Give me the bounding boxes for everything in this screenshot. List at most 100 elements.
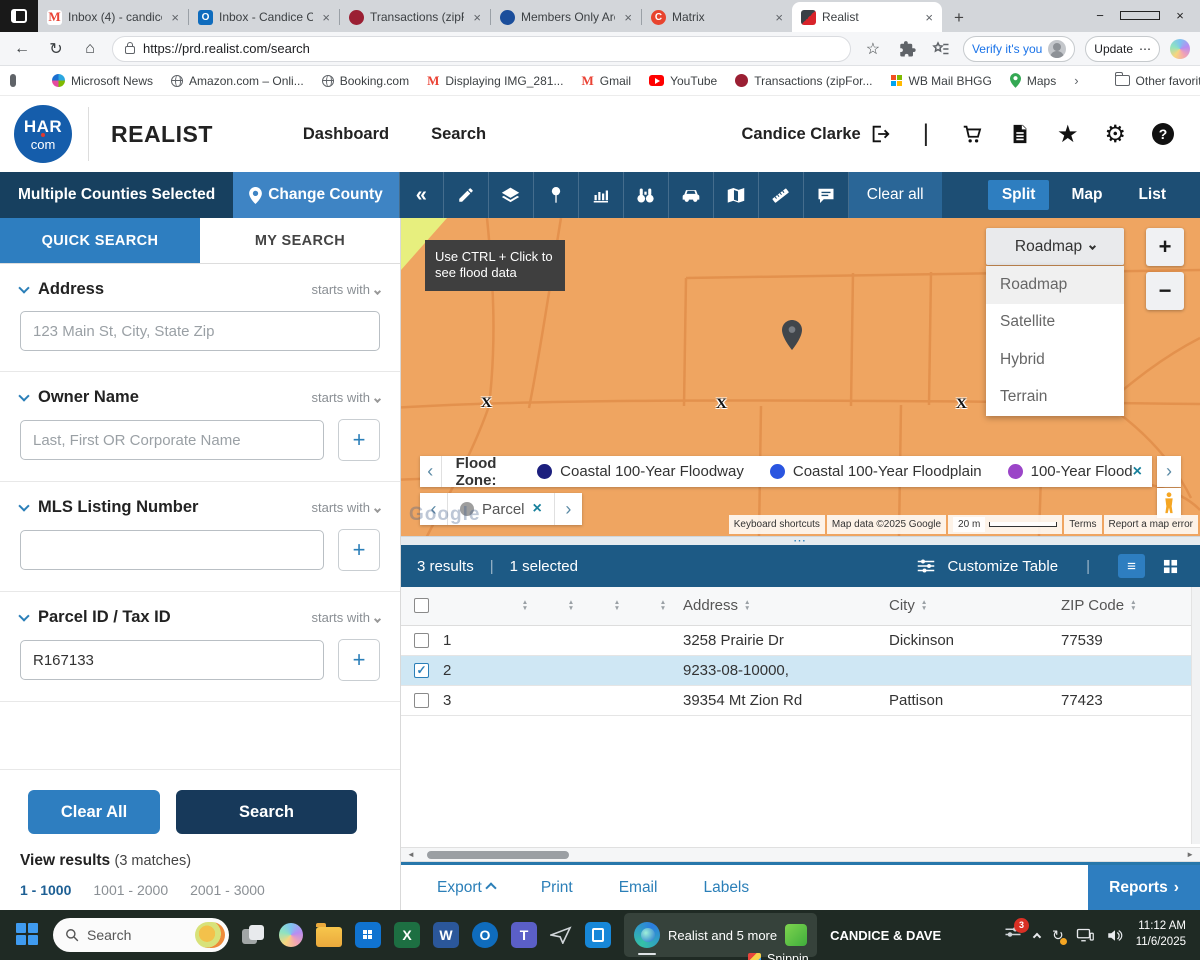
drive-time-button[interactable] xyxy=(669,172,714,218)
layers-button[interactable] xyxy=(489,172,534,218)
tab-close-icon[interactable]: × xyxy=(168,10,182,25)
bookmark-gmail[interactable]: MGmail xyxy=(581,73,631,89)
table-row[interactable]: 3 39354 Mt Zion Rd Pattison 77423 xyxy=(401,685,1200,715)
update-browser-button[interactable]: Update ⋯ xyxy=(1085,36,1160,62)
match-selector[interactable]: starts with xyxy=(311,282,380,297)
documents-icon[interactable] xyxy=(1009,123,1031,145)
report-error-link[interactable]: Report a map error xyxy=(1104,515,1198,534)
chevron-down-icon[interactable] xyxy=(18,610,29,621)
tab-close-icon[interactable]: × xyxy=(922,10,936,25)
file-explorer-icon[interactable] xyxy=(316,927,342,947)
sort-column[interactable]: ▲▼ xyxy=(637,587,683,625)
minimize-button[interactable]: − xyxy=(1080,0,1120,32)
new-tab-button[interactable]: + xyxy=(942,8,976,32)
column-header-zip[interactable]: ZIP Code▲▼ xyxy=(1061,587,1191,625)
page-range-1[interactable]: 1 - 1000 xyxy=(20,882,71,898)
microsoft-store-icon[interactable] xyxy=(355,922,381,948)
pin-tool-button[interactable] xyxy=(534,172,579,218)
tab-realist-active[interactable]: Realist × xyxy=(792,2,942,32)
map-pin-marker[interactable] xyxy=(782,320,802,350)
parcel-id-input[interactable] xyxy=(20,640,324,680)
map-type-terrain[interactable]: Terrain xyxy=(986,379,1124,417)
list-view-button[interactable]: ≡ xyxy=(1118,554,1145,578)
settings-gear-icon[interactable]: ⚙ xyxy=(1104,120,1126,149)
map-type-button[interactable]: Roadmap xyxy=(986,228,1124,265)
page-range-3[interactable]: 2001 - 3000 xyxy=(190,882,265,898)
address-input[interactable] xyxy=(20,311,380,351)
row-checkbox-checked[interactable]: ✓ xyxy=(414,663,429,678)
mls-number-input[interactable] xyxy=(20,530,324,570)
search-area-button[interactable] xyxy=(624,172,669,218)
tab-matrix[interactable]: C Matrix × xyxy=(642,2,792,32)
sort-column[interactable]: ▲▼ xyxy=(591,587,637,625)
owner-name-input[interactable] xyxy=(20,420,324,460)
measure-tool-button[interactable] xyxy=(759,172,804,218)
sort-column[interactable]: ▲▼ xyxy=(545,587,591,625)
nav-dashboard[interactable]: Dashboard xyxy=(303,125,389,144)
scroll-left-arrow[interactable]: ◄ xyxy=(407,850,415,859)
bookmark-booking[interactable]: Booking.com xyxy=(322,74,409,88)
legend-next-button[interactable]: › xyxy=(1157,456,1181,487)
outlook-icon[interactable]: O xyxy=(472,922,498,948)
vertical-scrollbar[interactable] xyxy=(1191,587,1200,844)
extensions-icon[interactable] xyxy=(895,40,919,58)
view-list[interactable]: List xyxy=(1124,180,1180,210)
comments-button[interactable] xyxy=(804,172,849,218)
chart-tool-button[interactable] xyxy=(579,172,624,218)
table-row-selected[interactable]: ✓ 2 9233-08-10000, xyxy=(401,655,1200,685)
volume-icon[interactable] xyxy=(1106,928,1124,943)
hidden-icons-chevron[interactable] xyxy=(1033,933,1041,941)
notifications-icon[interactable]: 3 xyxy=(1004,925,1022,946)
restore-button[interactable] xyxy=(1120,0,1160,32)
home-button[interactable]: ⌂ xyxy=(78,40,102,58)
terms-link[interactable]: Terms xyxy=(1064,515,1101,534)
table-row[interactable]: 1 3258 Prairie Dr Dickinson 77539 xyxy=(401,625,1200,655)
bookmark-youtube[interactable]: YouTube xyxy=(649,74,717,88)
taskbar-clock[interactable]: 11:12 AM 11/6/2025 xyxy=(1136,919,1186,950)
horizontal-scrollbar[interactable]: ◄ ► xyxy=(401,847,1200,862)
task-view-button[interactable] xyxy=(242,923,266,947)
pane-splitter-handle[interactable]: ⋯ xyxy=(401,536,1200,545)
view-map[interactable]: Map xyxy=(1057,180,1116,210)
legend-prev-button[interactable]: ‹ xyxy=(420,456,442,487)
tab-close-icon[interactable]: × xyxy=(621,10,635,25)
print-button[interactable]: Print xyxy=(541,879,573,897)
add-parcel-button[interactable]: + xyxy=(338,639,380,681)
zoom-out-button[interactable]: − xyxy=(1146,272,1184,310)
search-button[interactable]: Search xyxy=(176,790,357,834)
copilot-icon[interactable] xyxy=(1170,39,1190,59)
legend-close-icon[interactable]: × xyxy=(1133,463,1142,481)
email-button[interactable]: Email xyxy=(619,879,658,897)
display-device-icon[interactable] xyxy=(1076,928,1094,943)
taskbar-search[interactable]: Search xyxy=(53,918,229,952)
tab-my-search[interactable]: MY SEARCH xyxy=(200,218,400,263)
labels-button[interactable]: Labels xyxy=(703,879,749,897)
teams-icon[interactable]: T xyxy=(511,922,537,948)
map-type-roadmap[interactable]: Roadmap xyxy=(986,266,1124,304)
tab-search-button[interactable] xyxy=(0,0,38,32)
match-selector[interactable]: starts with xyxy=(311,390,380,405)
tab-outlook-inbox[interactable]: O Inbox - Candice Clar × xyxy=(189,2,339,32)
add-mls-button[interactable]: + xyxy=(338,529,380,571)
keyboard-shortcuts-link[interactable]: Keyboard shortcuts xyxy=(729,515,825,534)
reports-button[interactable]: Reports› xyxy=(1088,865,1200,910)
scroll-right-arrow[interactable]: ► xyxy=(1186,850,1194,859)
refresh-button[interactable]: ↻ xyxy=(44,39,68,59)
pegman-control[interactable] xyxy=(1157,488,1181,518)
nav-search[interactable]: Search xyxy=(431,125,486,144)
bookmark-displaying-img[interactable]: MDisplaying IMG_281... xyxy=(427,73,563,89)
match-selector[interactable]: starts with xyxy=(311,500,380,515)
map-view-button[interactable] xyxy=(714,172,759,218)
excel-icon[interactable]: X xyxy=(394,922,420,948)
collapse-panel-button[interactable]: « xyxy=(399,172,444,218)
bookmark-transactions[interactable]: Transactions (zipFor... xyxy=(735,74,872,88)
bookmarks-overflow-chevron[interactable]: › xyxy=(1074,73,1078,88)
sync-icon[interactable]: ↻ xyxy=(1052,927,1064,944)
tab-close-icon[interactable]: × xyxy=(772,10,786,25)
clear-all-map-button[interactable]: Clear all xyxy=(849,172,942,218)
close-button[interactable]: × xyxy=(1160,0,1200,32)
map-canvas[interactable]: Use CTRL + Click to see flood data X X X… xyxy=(401,218,1200,536)
bookmark-maps[interactable]: Maps xyxy=(1010,73,1056,88)
map-type-hybrid[interactable]: Hybrid xyxy=(986,341,1124,379)
add-owner-button[interactable]: + xyxy=(338,419,380,461)
